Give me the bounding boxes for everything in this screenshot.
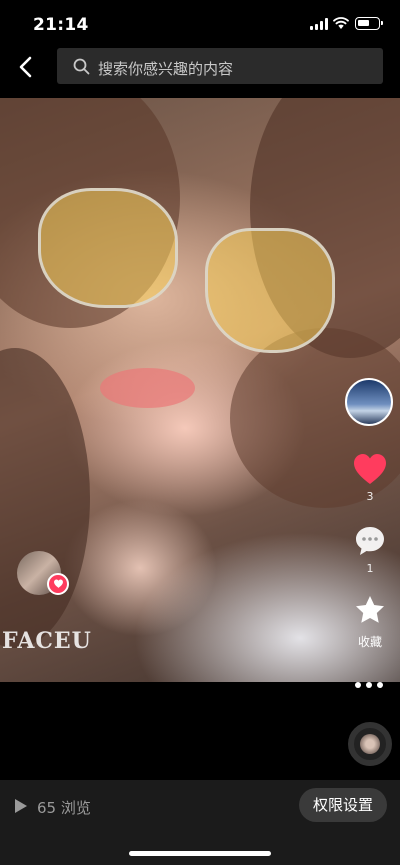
play-icon	[15, 799, 27, 813]
creator-avatar[interactable]	[345, 378, 393, 426]
face-lips	[100, 368, 195, 408]
status-bar: 21:14	[0, 0, 400, 46]
glasses	[38, 188, 178, 308]
more-dots-icon[interactable]	[354, 678, 386, 692]
favorite-label: 收藏	[357, 635, 382, 649]
heart-badge-icon[interactable]	[47, 573, 69, 595]
cellular-signal-icon	[310, 18, 328, 30]
glasses	[205, 228, 335, 353]
star-icon[interactable]	[354, 594, 386, 626]
permission-settings-button[interactable]: 权限设置	[299, 788, 387, 822]
search-icon	[73, 58, 90, 75]
chevron-left-icon[interactable]	[14, 54, 38, 80]
music-disc-icon[interactable]	[348, 722, 392, 766]
heart-icon[interactable]	[352, 452, 388, 488]
wifi-icon	[333, 17, 349, 29]
views-count: 65 浏览	[37, 799, 91, 817]
search-placeholder: 搜索你感兴趣的内容	[98, 60, 234, 78]
comment-bubble-icon[interactable]	[353, 524, 387, 558]
watermark: FACEU	[2, 628, 92, 654]
like-count: 3	[366, 490, 374, 503]
search-input[interactable]: 搜索你感兴趣的内容	[57, 48, 383, 84]
battery-icon	[355, 17, 383, 30]
bottom-bar: 65 浏览 权限设置	[0, 780, 400, 865]
nav-bar: 搜索你感兴趣的内容	[0, 46, 400, 98]
status-time: 21:14	[33, 15, 89, 35]
comment-count: 1	[366, 562, 374, 575]
home-indicator[interactable]	[129, 851, 271, 856]
